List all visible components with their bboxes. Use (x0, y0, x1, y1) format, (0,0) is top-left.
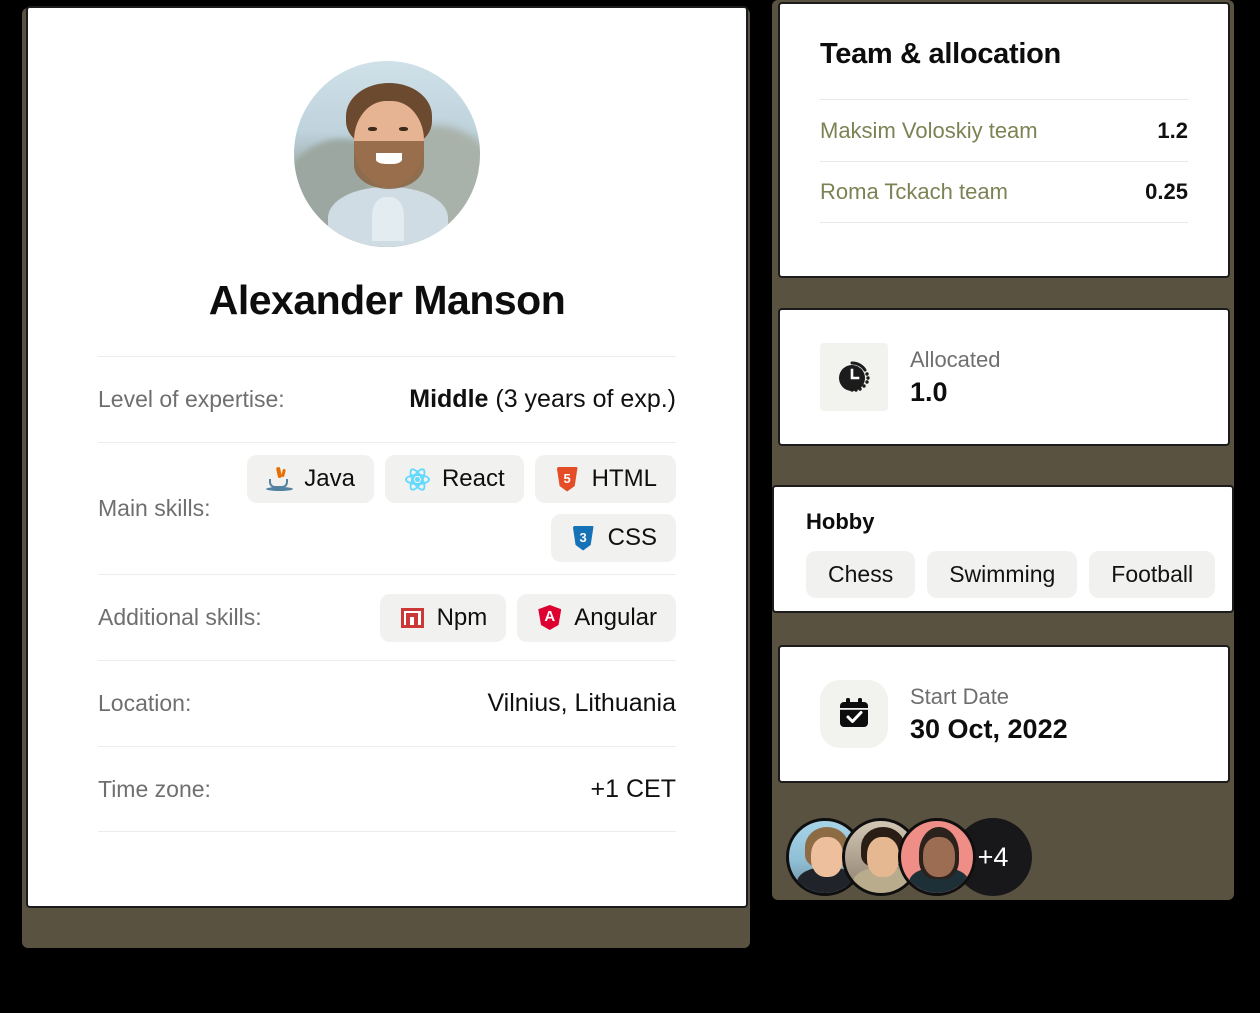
avatar-container (28, 8, 746, 247)
profile-avatar (294, 61, 480, 247)
skill-chip-html[interactable]: 5 HTML (534, 455, 676, 503)
npm-icon (399, 604, 426, 631)
skill-chip-label: React (441, 465, 505, 492)
main-skills-chip-group: Java React 5 HTML 3 CSS (224, 443, 676, 574)
detail-label-expertise: Level of expertise: (98, 386, 285, 412)
start-date-card: Start Date 30 Oct, 2022 (778, 645, 1230, 783)
allocated-text-block: Allocated 1.0 (910, 347, 1001, 408)
skill-chip-label: Java (304, 465, 355, 492)
detail-value-timezone: +1 CET (590, 774, 676, 803)
hobby-chip-chess[interactable]: Chess (806, 551, 916, 598)
profile-card: Alexander Manson Level of expertise: Mid… (26, 6, 748, 908)
start-date-text-block: Start Date 30 Oct, 2022 (910, 684, 1068, 745)
detail-label-additional-skills: Additional skills: (98, 604, 262, 630)
hobby-chip-football[interactable]: Football (1089, 551, 1216, 598)
start-date-label: Start Date (910, 683, 1010, 709)
detail-label-location: Location: (98, 690, 192, 716)
detail-value-expertise: Middle (3 years of exp.) (409, 385, 676, 414)
team-allocation-value: 1.2 (1157, 117, 1188, 143)
avatar-beard (354, 141, 424, 189)
allocated-card: Allocated 1.0 (778, 308, 1230, 446)
skill-chip-css[interactable]: 3 CSS (550, 514, 676, 562)
skill-chip-npm[interactable]: Npm (379, 593, 507, 642)
java-icon (266, 466, 294, 493)
expertise-level: Middle (409, 385, 489, 413)
member-avatar-stack: +4 (786, 818, 1032, 896)
css3-icon: 3 (570, 525, 597, 552)
detail-row-main-skills: Main skills: Java React 5 HTML 3 CSS (98, 442, 676, 574)
avatar-collar (372, 197, 404, 241)
detail-row-timezone: Time zone: +1 CET (98, 746, 676, 832)
allocated-value: 1.0 (910, 376, 948, 407)
page-title: Alexander Manson (208, 277, 566, 323)
html5-icon: 5 (554, 466, 581, 493)
avatar-eye-right (399, 127, 408, 131)
skill-chip-react[interactable]: React (384, 455, 524, 503)
detail-label-main-skills: Main skills: (98, 495, 211, 521)
skill-chip-angular[interactable]: A Angular (517, 593, 676, 642)
detail-row-expertise: Level of expertise: Middle (3 years of e… (98, 356, 676, 442)
allocated-label: Allocated (910, 346, 1001, 372)
screen: Alexander Manson Level of expertise: Mid… (0, 0, 1260, 1013)
hobby-chip-swimming[interactable]: Swimming (927, 551, 1078, 598)
skill-chip-label: Npm (436, 603, 488, 631)
team-row: Roma Tckach team 0.25 (820, 161, 1188, 223)
member-avatar-3[interactable] (898, 818, 976, 896)
detail-row-additional-skills: Additional skills: Npm A Angular (98, 574, 676, 660)
team-allocation-title: Team & allocation (820, 38, 1061, 70)
avatar-smile (376, 153, 402, 164)
team-link[interactable]: Roma Tckach team (820, 179, 1008, 205)
expertise-years: (3 years of exp.) (488, 385, 676, 413)
detail-label-timezone: Time zone: (98, 775, 211, 802)
team-allocation-card: Team & allocation Maksim Voloskiy team 1… (778, 2, 1230, 278)
hobby-title: Hobby (806, 509, 875, 534)
team-link[interactable]: Maksim Voloskiy team (820, 118, 1038, 144)
hobby-chip-group: Chess Swimming Football (806, 551, 1216, 598)
skill-chip-label: HTML (591, 465, 657, 492)
angular-icon: A (536, 604, 563, 631)
additional-skills-chip-group: Npm A Angular (379, 582, 676, 654)
profile-details-list: Level of expertise: Middle (3 years of e… (28, 356, 746, 832)
team-row: Maksim Voloskiy team 1.2 (820, 99, 1188, 161)
team-allocation-value: 0.25 (1145, 179, 1188, 204)
avatar-eye-left (368, 127, 377, 131)
skill-chip-java[interactable]: Java (247, 455, 374, 503)
start-date-value: 30 Oct, 2022 (910, 713, 1068, 744)
react-icon (404, 465, 431, 493)
clock-icon (820, 343, 888, 411)
detail-value-location: Vilnius, Lithuania (487, 689, 676, 717)
calendar-check-icon (820, 680, 888, 748)
skill-chip-label: CSS (607, 524, 657, 551)
detail-row-location: Location: Vilnius, Lithuania (98, 660, 676, 746)
hobby-card: Hobby Chess Swimming Football (772, 485, 1234, 613)
skill-chip-label: Angular (574, 603, 657, 631)
